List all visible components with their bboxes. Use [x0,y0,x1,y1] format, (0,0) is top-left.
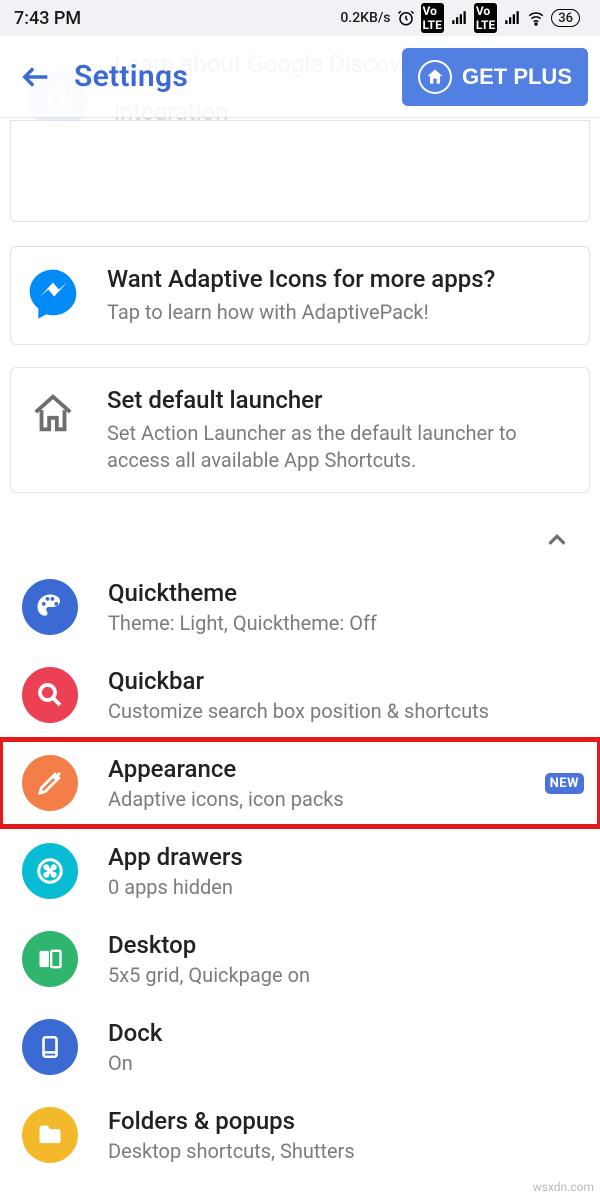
row-subtitle: Adaptive icons, icon packs [108,787,545,811]
row-subtitle: Theme: Light, Quicktheme: Off [108,611,584,635]
card-adaptive-pack[interactable]: Want Adaptive Icons for more apps? Tap t… [10,246,590,345]
folder-icon [22,1107,78,1163]
status-right: 0.2KB/s VoLTE VoLTE 36 [340,3,580,33]
card-subtitle: Tap to learn how with AdaptivePack! [107,299,495,326]
dock-icon [22,1019,78,1075]
row-subtitle: Customize search box position & shortcut… [108,699,584,723]
row-title: Dock [108,1019,584,1047]
watermark: wsxdn.com [533,1180,594,1194]
row-desktop[interactable]: Desktop 5x5 grid, Quickpage on [0,915,600,1003]
row-app-drawers[interactable]: App drawers 0 apps hidden [0,827,600,915]
page-title: Settings [74,59,402,94]
row-appearance[interactable]: Appearance Adaptive icons, icon packs NE… [0,739,600,827]
volte-badge-2: VoLTE [474,3,497,33]
alarm-icon [397,9,415,27]
status-bar: 7:43 PM 0.2KB/s VoLTE VoLTE 36 [0,0,600,36]
palette-icon [22,579,78,635]
chevron-up-icon [542,525,572,555]
signal-icon-2 [503,9,521,27]
row-subtitle: 5x5 grid, Quickpage on [108,963,584,987]
row-quickbar[interactable]: Quickbar Customize search box position &… [0,651,600,739]
row-subtitle: 0 apps hidden [108,875,584,899]
card-title: Want Adaptive Icons for more apps? [107,265,495,293]
signal-icon-1 [450,9,468,27]
card-default-launcher[interactable]: Set default launcher Set Action Launcher… [10,367,590,493]
google-icon [25,147,81,203]
home-icon [25,386,81,442]
battery-indicator: 36 [551,9,580,27]
get-plus-button[interactable]: GET PLUS [402,48,588,106]
net-rate: 0.2KB/s [340,10,390,26]
grid-icon [22,843,78,899]
app-bar: Settings GET PLUS [0,36,600,118]
row-folders[interactable]: Folders & popups Desktop shortcuts, Shut… [0,1091,600,1165]
get-plus-label: GET PLUS [462,64,572,90]
row-title: Quicktheme [108,579,584,607]
row-title: App drawers [108,843,584,871]
row-subtitle: On [108,1051,584,1075]
card-title: Set default launcher [107,386,573,414]
plus-home-icon [418,60,452,94]
volte-badge-1: VoLTE [421,3,444,33]
search-icon [22,667,78,723]
card-subtitle: Set Action Launcher as the default launc… [107,420,573,474]
row-subtitle: Desktop shortcuts, Shutters [108,1139,584,1163]
row-title: Desktop [108,931,584,959]
messenger-icon [25,265,81,321]
card-google-discover[interactable] [10,120,590,222]
design-icon [22,755,78,811]
arrow-left-icon [19,60,53,94]
content: Want Adaptive Icons for more apps? Tap t… [0,120,600,1165]
row-title: Folders & popups [108,1107,584,1135]
section-collapse[interactable] [0,511,600,563]
back-button[interactable] [12,53,60,101]
new-badge: NEW [545,773,584,794]
row-quicktheme[interactable]: Quicktheme Theme: Light, Quicktheme: Off [0,563,600,651]
row-title: Appearance [108,755,545,783]
panel-icon [22,931,78,987]
row-dock[interactable]: Dock On [0,1003,600,1091]
status-time: 7:43 PM [14,8,81,29]
wifi-icon [527,9,545,27]
row-title: Quickbar [108,667,584,695]
